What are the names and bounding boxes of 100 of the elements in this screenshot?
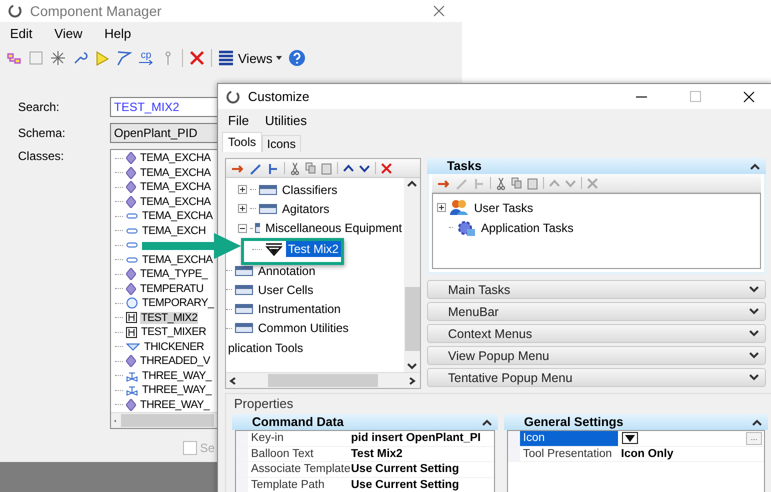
class-item[interactable]: THREE_WAY_ <box>141 370 212 382</box>
class-item[interactable]: TEMA_EXCHA <box>139 152 212 164</box>
tree-item[interactable]: Classifiers <box>280 182 340 198</box>
browse-button[interactable]: ... <box>746 432 762 445</box>
flag-icon[interactable] <box>116 50 132 66</box>
panel-header[interactable]: Tasks <box>427 158 766 174</box>
toolbox-icon <box>235 304 253 314</box>
collapse-icon[interactable] <box>238 224 247 233</box>
paste-icon[interactable] <box>527 176 538 190</box>
class-item[interactable]: TEMA_EXCHA <box>139 181 212 194</box>
search-field[interactable]: TEST_MIX2 <box>110 97 217 117</box>
section-header[interactable]: Tentative Popup Menu <box>427 368 766 387</box>
close-icon[interactable] <box>743 90 755 102</box>
mixer-icon <box>126 312 137 324</box>
tree-item[interactable]: Agitators <box>280 200 332 217</box>
copy-icon[interactable] <box>511 177 522 189</box>
tree-item[interactable]: Test Mix2 <box>286 241 341 258</box>
property-name: Template Path <box>236 478 348 492</box>
tree-item[interactable]: Common Utilities <box>256 320 351 336</box>
scroll-right-icon <box>407 376 417 384</box>
class-item[interactable]: THREADED_V <box>139 355 211 368</box>
menu-item[interactable]: Edit <box>10 26 32 41</box>
circle-icon <box>126 297 138 310</box>
class-item[interactable]: THREE_WAY_ <box>139 398 210 411</box>
help-icon[interactable] <box>288 49 306 67</box>
diamond-icon <box>126 355 136 368</box>
valve-icon <box>126 370 138 382</box>
section-header[interactable]: View Popup Menu <box>427 346 766 365</box>
horizontal-scrollbar[interactable] <box>226 372 420 388</box>
menu-item[interactable]: Help <box>104 26 132 41</box>
class-item[interactable]: TEMA_EXCHA <box>139 196 212 208</box>
class-item[interactable]: THICKENER <box>143 340 205 353</box>
window-title: Component Manager <box>30 3 163 19</box>
panel-header[interactable]: Command Data <box>232 414 498 430</box>
menu-item[interactable]: View <box>54 26 82 41</box>
class-item[interactable]: TEST_MIX2 <box>140 312 198 324</box>
tab[interactable]: Icons <box>262 135 301 152</box>
property-name[interactable]: Tool Presentation <box>508 446 618 461</box>
play-icon[interactable] <box>94 50 110 66</box>
tree-item[interactable]: User Cells <box>256 282 316 298</box>
tree-item[interactable]: Instrumentation <box>256 301 343 318</box>
wrench-icon[interactable] <box>72 50 88 66</box>
class-item[interactable]: TEMA_EXCHA <box>141 254 214 266</box>
checkbox-label: Se <box>200 441 215 455</box>
schema-dropdown[interactable]: OpenPlant_PID <box>110 123 217 143</box>
app-logo-icon <box>8 4 22 18</box>
tree-item[interactable]: User Tasks <box>472 200 536 216</box>
collapse-icon <box>750 162 760 170</box>
menu-item[interactable]: Utilities <box>264 113 307 128</box>
delete-icon[interactable] <box>381 162 392 174</box>
property-name[interactable]: Icon <box>508 431 618 446</box>
diamond-icon <box>126 196 136 208</box>
paste-icon[interactable] <box>321 162 332 174</box>
class-item[interactable]: THREE_WAY_ <box>141 384 212 396</box>
class-item[interactable]: TEMA_TYPE_ <box>139 268 209 280</box>
checkbox[interactable] <box>183 441 197 455</box>
expand-icon <box>749 352 759 359</box>
toolbox-icon <box>259 204 277 214</box>
menu-item[interactable]: File <box>228 113 249 128</box>
tree-item[interactable]: Application Tasks <box>479 220 576 236</box>
tree-item[interactable]: plication Tools <box>226 340 306 356</box>
expand-icon[interactable] <box>238 185 247 194</box>
toolbox-icon <box>254 223 260 234</box>
delete-icon[interactable] <box>189 50 205 66</box>
section-header[interactable]: Main Tasks <box>427 280 766 299</box>
tree-item[interactable]: Miscellaneous Equipment <box>263 220 404 236</box>
thickener-icon <box>126 342 140 351</box>
scroll-up-icon <box>407 180 417 187</box>
property-value: Use Current Setting <box>350 478 459 491</box>
move-down-icon[interactable] <box>359 164 370 172</box>
class-item[interactable]: TEMPORARY_ <box>141 297 215 310</box>
panel-header[interactable]: General Settings <box>504 414 768 430</box>
sparkle-icon[interactable] <box>50 50 66 66</box>
class-item[interactable]: TEMA_EXCH <box>141 224 207 237</box>
tree-item[interactable]: Annotation <box>256 262 318 279</box>
class-item[interactable]: TEMA_EXCHA <box>139 166 212 179</box>
field-label: Schema: <box>17 126 66 140</box>
section-header[interactable]: MenuBar <box>427 302 766 321</box>
property-value: Icon Only <box>620 448 674 460</box>
move-up-icon[interactable] <box>343 164 354 172</box>
class-item[interactable]: TEST_MIXER <box>140 326 208 338</box>
expand-icon[interactable] <box>437 203 446 212</box>
horizontal-scrollbar[interactable] <box>111 412 217 428</box>
class-item[interactable]: TEMPERATU <box>139 282 204 295</box>
tab[interactable]: Tools <box>222 132 262 152</box>
cut-icon[interactable] <box>290 162 300 174</box>
minimize-icon[interactable] <box>636 96 646 98</box>
cut-icon[interactable] <box>496 176 506 190</box>
copy-icon[interactable] <box>305 162 316 174</box>
branch-icon[interactable] <box>266 161 279 175</box>
copy-button[interactable]: cp <box>138 51 154 65</box>
class-item[interactable]: TEMA_EXCHA <box>141 210 214 222</box>
toolbox-icon <box>259 184 277 195</box>
views-button[interactable]: Views <box>218 50 282 66</box>
vertical-scrollbar[interactable] <box>404 178 420 372</box>
expand-icon[interactable] <box>238 204 247 214</box>
gear-icon <box>456 218 476 237</box>
app-logo-icon <box>226 90 240 104</box>
section-header[interactable]: Context Menus <box>427 324 766 343</box>
caret-icon <box>276 56 282 60</box>
